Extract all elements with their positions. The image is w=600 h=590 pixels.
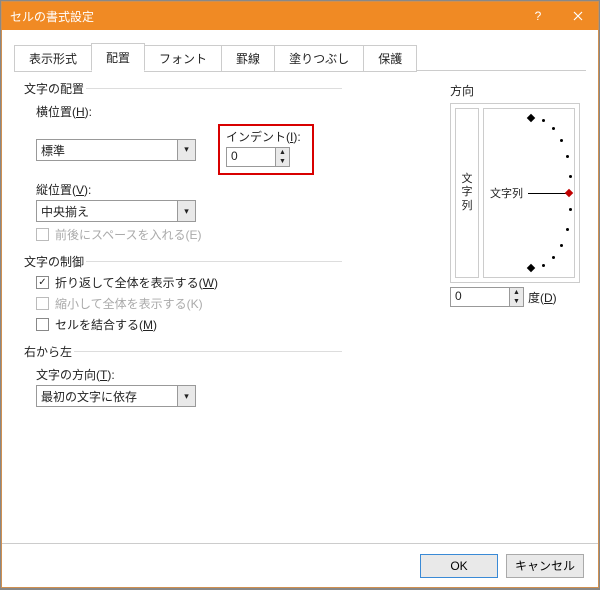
dialog-footer: OK キャンセル	[2, 543, 598, 587]
indent-down[interactable]: ▼	[276, 157, 289, 166]
degrees-label: 度(D)	[528, 289, 557, 306]
horizontal-select[interactable]: 標準 ▾	[36, 139, 196, 161]
section-rtl: 右から左	[22, 345, 74, 359]
tab-font[interactable]: フォント	[144, 45, 222, 72]
horizontal-value: 標準	[37, 140, 177, 160]
cancel-button[interactable]: キャンセル	[506, 554, 584, 578]
orientation-dial[interactable]: 文字列	[483, 108, 575, 278]
section-control: 文字の制御	[22, 255, 86, 269]
tab-protection[interactable]: 保護	[363, 45, 417, 72]
chevron-down-icon: ▾	[177, 386, 195, 406]
dialog-title: セルの書式設定	[10, 8, 518, 25]
section-alignment: 文字の配置	[22, 82, 86, 96]
tab-number[interactable]: 表示形式	[14, 45, 92, 72]
wrap-text-check[interactable]: 折り返して全体を表示する(W)	[36, 274, 342, 291]
horizontal-label: 横位置(H):	[36, 103, 342, 120]
indent-up[interactable]: ▲	[276, 148, 289, 157]
indent-highlight: インデント(I): 0 ▲▼	[218, 124, 314, 175]
indent-spin[interactable]: 0 ▲▼	[226, 147, 290, 167]
help-button[interactable]: ?	[518, 2, 558, 30]
degrees-down[interactable]: ▼	[510, 297, 523, 306]
format-cells-dialog: セルの書式設定 ? 表示形式 配置 フォント 罫線 塗りつぶし 保護 文字の配置…	[1, 1, 599, 588]
chevron-down-icon: ▾	[177, 201, 195, 221]
tab-alignment[interactable]: 配置	[91, 43, 145, 71]
close-icon	[573, 11, 583, 21]
vertical-value: 中央揃え	[37, 201, 177, 221]
ok-button[interactable]: OK	[420, 554, 498, 578]
merge-cells-check[interactable]: セルを結合する(M)	[36, 316, 342, 333]
indent-value: 0	[227, 148, 275, 166]
degrees-up[interactable]: ▲	[510, 288, 523, 297]
degrees-spin[interactable]: 0 ▲▼	[450, 287, 524, 307]
section-orientation: 方向	[450, 82, 580, 99]
titlebar[interactable]: セルの書式設定 ?	[2, 2, 598, 30]
degrees-value: 0	[451, 288, 509, 306]
orientation-box: 文字列 文字列	[450, 103, 580, 283]
direction-select[interactable]: 最初の文字に依存 ▾	[36, 385, 196, 407]
close-button[interactable]	[558, 2, 598, 30]
vertical-label: 縦位置(V):	[36, 181, 342, 198]
orientation-vertical-button[interactable]: 文字列	[455, 108, 479, 278]
tab-border[interactable]: 罫線	[221, 45, 275, 72]
justify-space-check: 前後にスペースを入れる(E)	[36, 226, 342, 243]
chevron-down-icon: ▾	[177, 140, 195, 160]
vertical-select[interactable]: 中央揃え ▾	[36, 200, 196, 222]
tab-fill[interactable]: 塗りつぶし	[274, 45, 364, 72]
tabstrip: 表示形式 配置 フォント 罫線 塗りつぶし 保護	[2, 30, 598, 70]
indent-label: インデント(I):	[226, 128, 306, 145]
alignment-pane: 文字の配置 横位置(H): 標準 ▾ インデント(I): 0 ▲▼ 縦位置(V)…	[2, 70, 598, 543]
shrink-fit-check: 縮小して全体を表示する(K)	[36, 295, 342, 312]
direction-value: 最初の文字に依存	[37, 386, 177, 406]
direction-label: 文字の方向(T):	[36, 366, 342, 383]
orientation-hlabel: 文字列	[490, 185, 523, 201]
